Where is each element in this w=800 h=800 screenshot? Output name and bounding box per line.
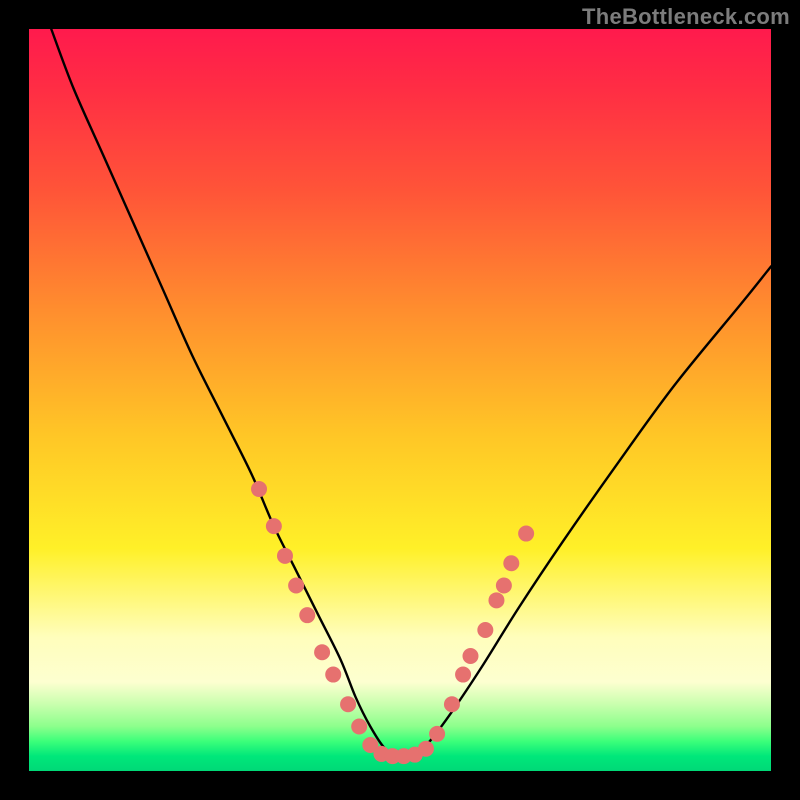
highlight-dot	[288, 578, 304, 594]
highlight-dots	[251, 481, 534, 764]
highlight-dot	[340, 696, 356, 712]
highlight-dot	[496, 578, 512, 594]
highlight-dot	[488, 592, 504, 608]
highlight-dot	[429, 726, 445, 742]
plot-area	[29, 29, 771, 771]
highlight-dot	[444, 696, 460, 712]
highlight-dot	[299, 607, 315, 623]
highlight-dot	[455, 667, 471, 683]
highlight-dot	[314, 644, 330, 660]
bottleneck-curve	[51, 29, 771, 758]
highlight-dot	[266, 518, 282, 534]
highlight-dot	[351, 718, 367, 734]
watermark-text: TheBottleneck.com	[582, 4, 790, 30]
chart-container: TheBottleneck.com	[0, 0, 800, 800]
highlight-dot	[477, 622, 493, 638]
highlight-dot	[325, 667, 341, 683]
highlight-dot	[462, 648, 478, 664]
highlight-dot	[251, 481, 267, 497]
highlight-dot	[503, 555, 519, 571]
highlight-dot	[418, 741, 434, 757]
curve-overlay	[29, 29, 771, 771]
highlight-dot	[277, 548, 293, 564]
highlight-dot	[518, 526, 534, 542]
